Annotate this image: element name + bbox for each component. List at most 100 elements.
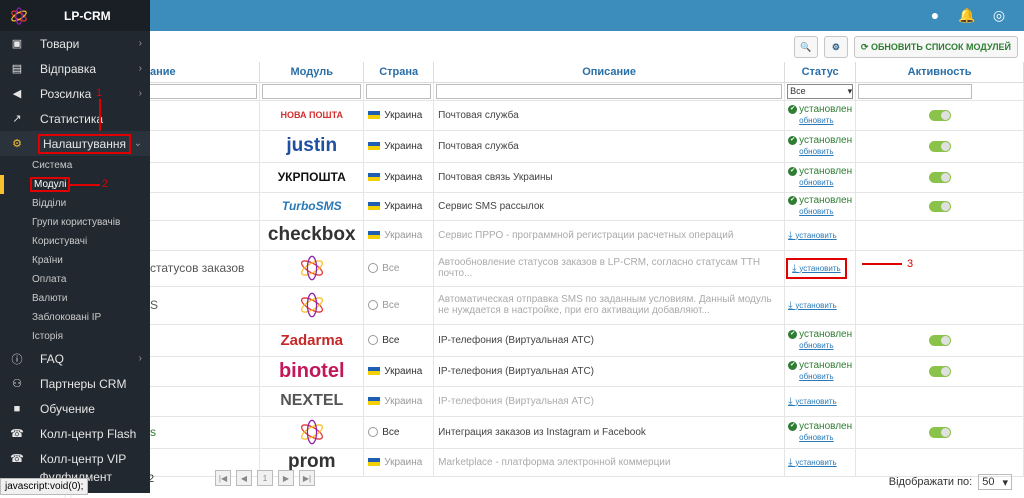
activity-toggle[interactable] xyxy=(928,334,951,346)
refresh-modules-button[interactable]: ⟳ ОБНОВИТЬ СПИСОК МОДУЛЕЙ xyxy=(853,36,1018,58)
annotation-arrow-3 xyxy=(862,263,902,265)
last-page-button[interactable]: ▶| xyxy=(299,470,315,486)
submenu-item-2[interactable]: Відділи xyxy=(0,194,150,213)
table-row[interactable]: binotel Украина IP-телефония (Виртуальная … xyxy=(0,356,1024,387)
cell-activity xyxy=(855,416,1024,449)
cell-activity xyxy=(855,192,1024,221)
update-link[interactable]: обновить xyxy=(788,146,855,157)
submenu-item-7[interactable]: Валюти xyxy=(0,289,150,308)
per-page-select[interactable]: 50 ▾ xyxy=(978,474,1012,490)
sidebar-item-1[interactable]: ▤ Відправка › xyxy=(0,56,150,81)
cell-country: Все xyxy=(363,416,435,449)
update-link[interactable]: обновить xyxy=(788,340,855,351)
cell-module-logo xyxy=(259,416,365,449)
table-row[interactable]: S Все Автоматическая отправка SMS по задан… xyxy=(0,286,1024,325)
install-link[interactable]: установить xyxy=(788,231,837,240)
submenu-item-6[interactable]: Оплата xyxy=(0,270,150,289)
sidebar-bottom-item-3[interactable]: ☎ Колл-центр Flash xyxy=(0,421,150,446)
country-label: Украина xyxy=(384,229,423,241)
table-row[interactable]: prom Украина Marketplace - платформа элект… xyxy=(0,448,1024,477)
cell-module-logo: NEXTEL xyxy=(259,386,365,417)
prev-page-button[interactable]: ◀ xyxy=(236,470,252,486)
filter-activity[interactable] xyxy=(858,83,973,99)
module-logo xyxy=(260,292,363,318)
activity-toggle[interactable] xyxy=(928,200,951,212)
sidebar-item-0[interactable]: ▣ Товари › xyxy=(0,31,150,56)
sidebar-item-label: Товари xyxy=(40,36,80,51)
first-page-button[interactable]: |◀ xyxy=(215,470,231,486)
submenu-item-5[interactable]: Країни xyxy=(0,251,150,270)
filter-description[interactable] xyxy=(436,83,783,99)
cell-activity xyxy=(855,324,1024,357)
update-link[interactable]: обновить xyxy=(788,432,855,443)
table-row[interactable]: статусов заказов Все Автообновление статус… xyxy=(0,250,1024,287)
table-row[interactable]: justin Украина Почтовая службаустановленоб… xyxy=(0,130,1024,163)
install-link[interactable]: установить xyxy=(788,397,837,406)
cell-activity xyxy=(855,100,1024,131)
table-row[interactable]: Zadarma Все IP-телефония (Виртуальная АТС)… xyxy=(0,324,1024,357)
sidebar-item-2[interactable]: ◀ Розсилка › xyxy=(0,81,150,106)
activity-toggle[interactable] xyxy=(928,140,951,152)
table-row[interactable]: TurboSMS Украина Сервис SMS рассылокустано… xyxy=(0,192,1024,221)
cell-module-logo: Zadarma xyxy=(259,324,365,357)
col-description[interactable]: Описание xyxy=(433,62,786,83)
status-installed: установлен xyxy=(788,166,852,177)
sidebar-item-4[interactable]: ⚙ Налаштування ⌄ xyxy=(0,131,150,156)
cell-country: Все xyxy=(363,250,435,287)
bell-icon[interactable]: 🔔 xyxy=(958,6,976,24)
cell-module-logo: УКРПОШТА xyxy=(259,162,365,193)
submenu-item-9[interactable]: Історія xyxy=(0,327,150,346)
user-icon[interactable]: ● xyxy=(926,6,944,24)
next-page-button[interactable]: ▶ xyxy=(278,470,294,486)
cell-activity xyxy=(855,250,1024,287)
update-link[interactable]: обновить xyxy=(788,206,855,217)
submenu-label: Користувачі xyxy=(32,236,88,247)
status-installed: установлен xyxy=(788,195,852,206)
cell-status: установленобновить xyxy=(784,162,857,193)
table-row[interactable]: NEXTEL Украина IP-телефония (Виртуальная А… xyxy=(0,386,1024,417)
activity-toggle[interactable] xyxy=(928,365,951,377)
sidebar-bottom-item-0[interactable]: ⓘ FAQ › xyxy=(0,346,150,371)
table-row[interactable]: s Все Интеграция заказов из Instagram и Fa… xyxy=(0,416,1024,449)
activity-toggle[interactable] xyxy=(928,109,951,121)
status-filter-select[interactable]: Все ▾ xyxy=(787,83,854,99)
table-row[interactable]: НОВА ПОШТА Украина Почтовая службаустановл… xyxy=(0,100,1024,131)
col-module[interactable]: Модуль xyxy=(259,62,365,83)
col-status[interactable]: Статус xyxy=(784,62,857,83)
submenu-item-8[interactable]: Заблоковані IP xyxy=(0,308,150,327)
install-link[interactable]: установить xyxy=(788,458,837,467)
sidebar-item-label: Колл-центр VIP xyxy=(40,451,127,466)
install-link[interactable]: установить xyxy=(788,301,837,310)
browser-status-bar: javascript:void(0); xyxy=(0,478,89,495)
update-link[interactable]: обновить xyxy=(788,371,855,382)
install-link[interactable]: установить xyxy=(786,257,847,279)
sidebar-bottom-item-4[interactable]: ☎ Колл-центр VIP xyxy=(0,446,150,471)
submenu-item-0[interactable]: Система xyxy=(0,156,150,175)
sidebar-item-3[interactable]: ↗ Статистика xyxy=(0,106,150,131)
sidebar-bottom-item-1[interactable]: ⚇ Партнеры CRM xyxy=(0,371,150,396)
submenu-item-4[interactable]: Користувачі xyxy=(0,232,150,251)
table-row[interactable]: checkbox Украина Сервис ПРРО - программной… xyxy=(0,220,1024,251)
cell-module-logo: TurboSMS xyxy=(259,192,365,221)
search-button[interactable]: 🔍 xyxy=(793,36,818,58)
globe-icon xyxy=(368,299,379,310)
module-logo: Zadarma xyxy=(280,331,344,349)
update-link[interactable]: обновить xyxy=(788,177,855,188)
support-icon[interactable]: ◎ xyxy=(990,6,1008,24)
col-activity[interactable]: Активность xyxy=(855,62,1024,83)
filter-country[interactable] xyxy=(366,83,432,99)
settings-button[interactable]: ⚙ xyxy=(823,36,848,58)
activity-toggle[interactable] xyxy=(928,171,951,183)
filter-module[interactable] xyxy=(262,83,362,99)
col-country[interactable]: Страна xyxy=(363,62,435,83)
sidebar-bottom-item-2[interactable]: ■ Обучение xyxy=(0,396,150,421)
globe-icon xyxy=(368,262,379,273)
table-row[interactable]: УКРПОШТА Украина Почтовая связь Украиныуст… xyxy=(0,162,1024,193)
update-link[interactable]: обновить xyxy=(788,115,855,126)
country-label: Украина xyxy=(384,109,423,121)
chevron-icon: ⌄ xyxy=(133,138,142,149)
page-number[interactable]: 1 xyxy=(257,470,273,486)
submenu-item-3[interactable]: Групи користувачів xyxy=(0,213,150,232)
cell-country: Все xyxy=(363,324,435,357)
activity-toggle[interactable] xyxy=(928,426,951,438)
